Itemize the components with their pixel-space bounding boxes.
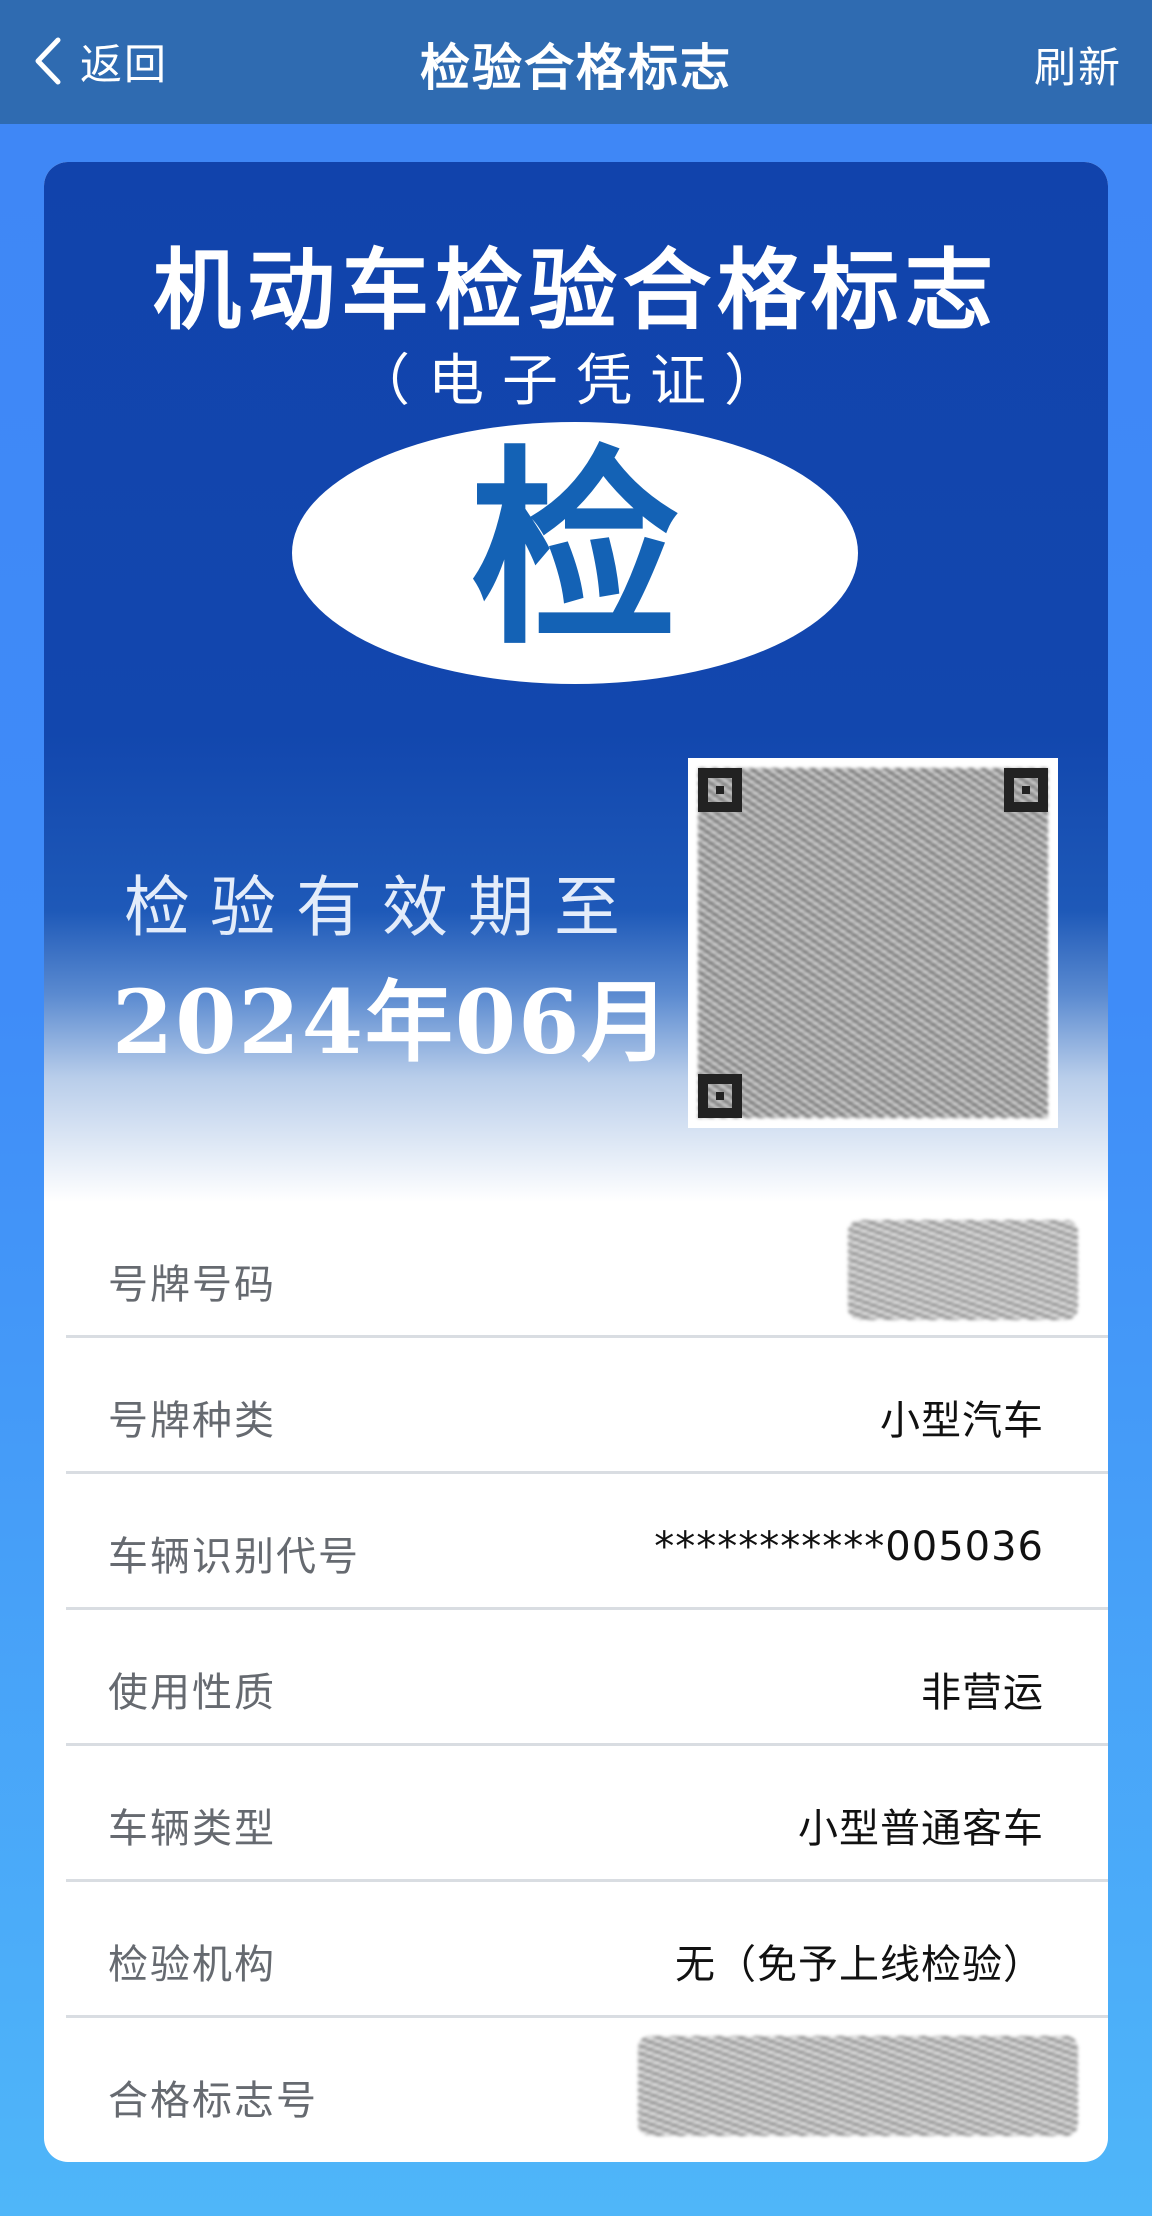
emblem-character: 检 bbox=[469, 426, 680, 673]
row-vin: 车辆识别代号 ***********005036 bbox=[66, 1474, 1108, 1610]
row-label: 号牌号码 bbox=[108, 1262, 276, 1308]
row-label: 检验机构 bbox=[108, 1942, 276, 1988]
qr-finder-top-left bbox=[698, 768, 742, 812]
row-usage-type: 使用性质 非营运 bbox=[66, 1610, 1108, 1746]
row-label: 车辆类型 bbox=[108, 1806, 276, 1852]
row-vehicle-type: 车辆类型 小型普通客车 bbox=[66, 1746, 1108, 1882]
vehicle-info-list: 号牌号码 号牌种类 小型汽车 车辆识别代号 ***********005036 … bbox=[44, 1202, 1108, 2154]
certificate-card: 机动车检验合格标志 （电子凭证） 检 检验有效期至 2024年06月 号牌号码 … bbox=[44, 162, 1108, 2162]
row-label: 合格标志号 bbox=[108, 2078, 318, 2124]
row-label: 号牌种类 bbox=[108, 1398, 276, 1444]
row-plate-number: 号牌号码 bbox=[66, 1202, 1108, 1338]
validity-label: 检验有效期至 bbox=[124, 869, 640, 946]
qr-finder-top-right bbox=[1004, 768, 1048, 812]
refresh-button[interactable]: 刷新 bbox=[1034, 34, 1122, 95]
page-title: 检验合格标志 bbox=[420, 39, 732, 97]
row-inspection-agency: 检验机构 无（免予上线检验） bbox=[66, 1882, 1108, 2018]
row-certificate-number: 合格标志号 bbox=[66, 2018, 1108, 2154]
row-value: 小型普通客车 bbox=[798, 1806, 1044, 1852]
row-value: 非营运 bbox=[921, 1670, 1044, 1716]
row-value: ***********005036 bbox=[654, 1524, 1044, 1570]
certificate-subtitle: （电子凭证） bbox=[354, 349, 798, 414]
qr-redaction bbox=[698, 768, 1048, 1118]
row-value: 无（免予上线检验） bbox=[675, 1942, 1044, 1988]
row-plate-type: 号牌种类 小型汽车 bbox=[66, 1338, 1108, 1474]
inspection-emblem: 检 bbox=[292, 422, 858, 684]
validity-date: 2024年06月 bbox=[112, 970, 672, 1074]
row-label: 车辆识别代号 bbox=[108, 1534, 360, 1580]
card-header-panel: 机动车检验合格标志 （电子凭证） 检 检验有效期至 2024年06月 bbox=[44, 162, 1108, 1202]
nav-bar: 返回 检验合格标志 刷新 bbox=[0, 0, 1152, 124]
plate-number-redaction bbox=[848, 1220, 1078, 1320]
qr-finder-bottom-left bbox=[698, 1074, 742, 1118]
row-value: 小型汽车 bbox=[880, 1398, 1044, 1444]
certificate-number-redaction bbox=[638, 2036, 1078, 2136]
qr-code bbox=[688, 758, 1058, 1128]
certificate-title: 机动车检验合格标志 bbox=[152, 239, 999, 342]
row-label: 使用性质 bbox=[108, 1670, 276, 1716]
